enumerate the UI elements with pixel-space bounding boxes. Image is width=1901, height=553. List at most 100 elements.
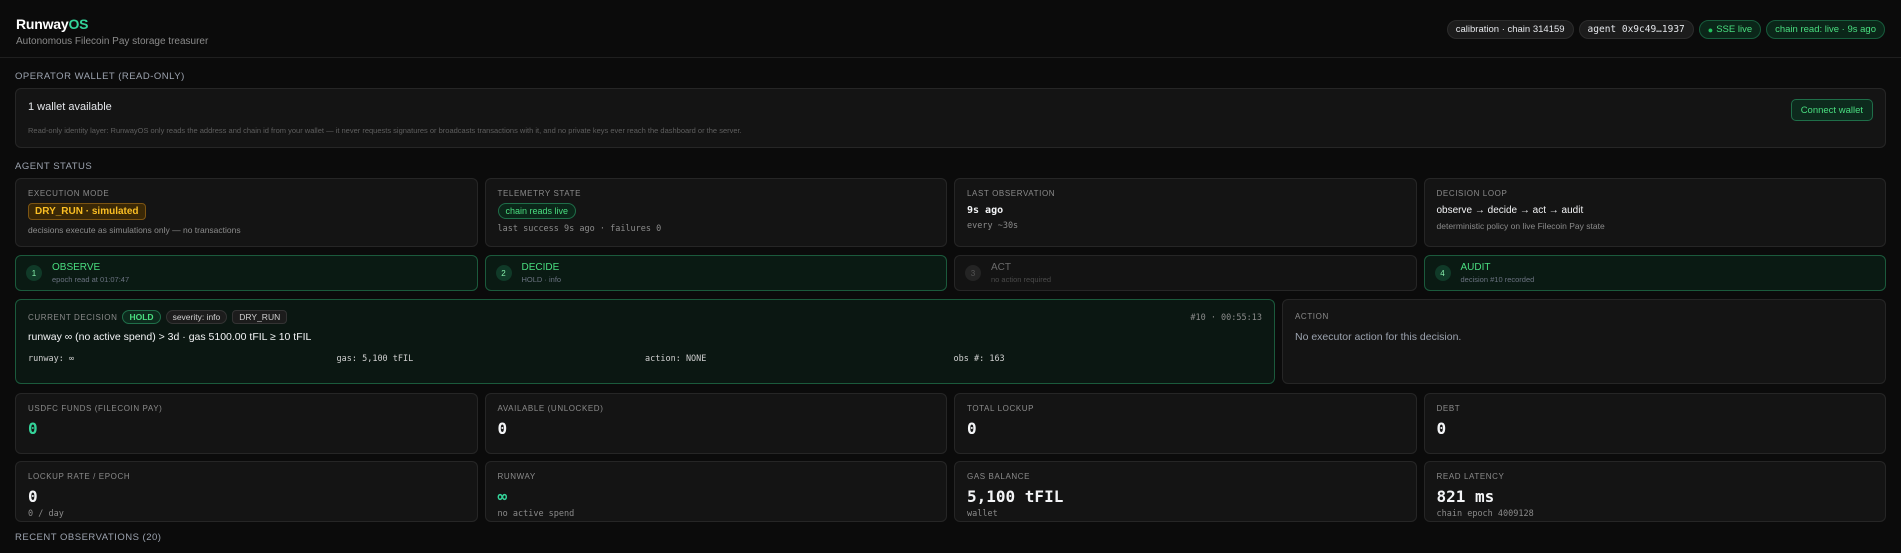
metric-debt: DEBT 0 — [1423, 393, 1886, 454]
metric-value: 821 ms — [1436, 487, 1495, 506]
telemetry-state-badge: chain reads live — [497, 203, 577, 219]
funds-metrics: USDFC FUNDS (FILECOIN PAY) 0 AVAILABLE (… — [15, 393, 1886, 454]
step-number: 2 — [495, 265, 512, 281]
agent-status-grid: EXECUTION MODE DRY_RUN · simulated decis… — [15, 178, 1886, 247]
recent-observations-title: RECENT OBSERVATIONS (20) — [15, 532, 162, 543]
fact-obs: obs #: 163 — [953, 354, 1005, 364]
metric-label: AVAILABLE (UNLOCKED) — [497, 404, 604, 413]
main-content: OPERATOR WALLET (READ-ONLY) 1 wallet ava… — [0, 71, 1901, 543]
metric-total-lockup: TOTAL LOCKUP 0 — [954, 393, 1417, 454]
fact-gas: gas: 5,100 tFIL — [336, 354, 414, 364]
action-card: ACTION No executor action for this decis… — [1282, 299, 1886, 384]
metric-value: 0 — [967, 419, 977, 438]
metric-label: READ LATENCY — [1436, 472, 1505, 481]
severity-badge: severity: info — [165, 310, 228, 324]
decision-verdict-badge: HOLD — [122, 310, 161, 324]
step-act: 3 ACT no action required — [954, 255, 1417, 291]
decision-loop-value: observe → decide → act → audit — [1436, 205, 1584, 216]
last-observation-card: LAST OBSERVATION 9s ago every ~30s — [954, 178, 1417, 247]
metric-value: 0 — [1436, 419, 1447, 438]
mode-badge: DRY_RUN — [232, 310, 288, 324]
metric-label: DEBT — [1436, 404, 1461, 413]
decision-loop-label: DECISION LOOP — [1436, 189, 1508, 198]
live-dot-icon: ● — [1707, 24, 1714, 35]
execution-mode-badge: DRY_RUN · simulated — [28, 203, 146, 220]
step-decide: 2 DECIDE HOLD · info — [484, 255, 947, 291]
metric-value: 0 — [28, 487, 38, 506]
telemetry-state-card: TELEMETRY STATE chain reads live last su… — [484, 178, 947, 247]
fact-runway: runway: ∞ — [28, 354, 75, 364]
metric-sub: no active spend — [497, 509, 575, 519]
metric-gas-balance: GAS BALANCE 5,100 tFIL wallet — [954, 461, 1417, 522]
step-sub: no action required — [991, 275, 1052, 284]
step-number: 3 — [965, 265, 981, 281]
step-number: 4 — [1434, 265, 1451, 281]
action-label: ACTION — [1295, 312, 1329, 321]
metric-value: 0 — [28, 419, 38, 438]
fact-action: action: NONE — [645, 354, 707, 364]
metric-value: 0 — [497, 419, 508, 438]
metric-label: LOCKUP RATE / EPOCH — [28, 472, 131, 481]
step-title: OBSERVE — [52, 262, 101, 273]
agent-status-section-title: AGENT STATUS — [15, 161, 93, 172]
wallet-count: 1 wallet available — [28, 101, 112, 113]
step-title: DECIDE — [521, 262, 560, 273]
metric-usdfc-funds: USDFC FUNDS (FILECOIN PAY) 0 — [15, 393, 478, 454]
metric-available: AVAILABLE (UNLOCKED) 0 — [484, 393, 947, 454]
step-title: ACT — [991, 262, 1011, 273]
metric-value: 5,100 tFIL — [967, 487, 1064, 506]
last-observation-label: LAST OBSERVATION — [967, 189, 1056, 198]
telemetry-state-label: TELEMETRY STATE — [497, 189, 582, 198]
metric-label: USDFC FUNDS (FILECOIN PAY) — [28, 404, 163, 413]
metric-runway: RUNWAY ∞ no active spend — [484, 461, 947, 522]
execution-mode-label: EXECUTION MODE — [28, 189, 110, 198]
metric-lockup-rate: LOCKUP RATE / EPOCH 0 0 / day — [15, 461, 478, 522]
metric-label: RUNWAY — [497, 472, 536, 481]
sse-status-label: SSE live — [1716, 24, 1753, 35]
step-observe: 1 OBSERVE epoch read at 01:07:47 — [15, 255, 478, 291]
loop-steps: 1 OBSERVE epoch read at 01:07:47 2 DECIDE… — [15, 255, 1886, 291]
agent-address-pill[interactable]: agent 0x9c49…1937 — [1578, 20, 1694, 39]
action-text: No executor action for this decision. — [1295, 331, 1462, 343]
metric-label: TOTAL LOCKUP — [967, 404, 1035, 413]
connect-wallet-button[interactable]: Connect wallet — [1790, 99, 1873, 121]
step-sub: decision #10 recorded — [1460, 275, 1535, 284]
current-decision-label: CURRENT DECISION — [28, 312, 118, 322]
sse-status-pill: ● SSE live — [1698, 20, 1762, 39]
brand-name: Runway — [16, 16, 69, 32]
metric-read-latency: READ LATENCY 821 ms chain epoch 4009128 — [1423, 461, 1886, 522]
brand-accent: OS — [68, 16, 89, 32]
decision-id-time: #10 · 00:55:13 — [1190, 313, 1262, 323]
top-bar: RunwayOS Autonomous Filecoin Pay storage… — [0, 0, 1901, 58]
decision-row: CURRENT DECISION HOLD severity: info DRY… — [15, 299, 1886, 384]
telemetry-state-sub: last success 9s ago · failures 0 — [497, 224, 662, 234]
metric-sub: wallet — [967, 509, 998, 519]
metric-sub: 0 / day — [28, 509, 64, 519]
app-logo[interactable]: RunwayOS — [16, 16, 208, 32]
metric-label: GAS BALANCE — [967, 472, 1031, 481]
metric-value: ∞ — [497, 487, 508, 506]
current-decision-card: CURRENT DECISION HOLD severity: info DRY… — [15, 299, 1275, 384]
step-sub: HOLD · info — [521, 275, 562, 284]
step-title: AUDIT — [1460, 262, 1491, 273]
last-observation-value: 9s ago — [967, 205, 1004, 216]
network-pill: calibration · chain 314159 — [1446, 20, 1574, 39]
step-audit: 4 AUDIT decision #10 recorded — [1423, 255, 1886, 291]
step-sub: epoch read at 01:07:47 — [52, 275, 130, 284]
wallet-section-title: OPERATOR WALLET (READ-ONLY) — [15, 71, 185, 82]
wallet-card: 1 wallet available Read-only identity la… — [15, 88, 1886, 148]
status-pills: calibration · chain 314159 agent 0x9c49…… — [1446, 20, 1885, 39]
chain-read-pill: chain read: live · 9s ago — [1766, 20, 1885, 39]
execution-mode-sub: decisions execute as simulations only — … — [28, 225, 241, 235]
brand-block: RunwayOS Autonomous Filecoin Pay storage… — [16, 16, 208, 47]
last-observation-sub: every ~30s — [967, 221, 1019, 231]
decision-header: CURRENT DECISION HOLD severity: info DRY… — [28, 310, 1262, 324]
metric-sub: chain epoch 4009128 — [1436, 509, 1534, 519]
step-number: 1 — [26, 265, 42, 281]
wallet-note: Read-only identity layer: RunwayOS only … — [28, 126, 742, 135]
decision-loop-card: DECISION LOOP observe → decide → act → a… — [1423, 178, 1886, 247]
execution-mode-card: EXECUTION MODE DRY_RUN · simulated decis… — [15, 178, 478, 247]
decision-loop-sub: deterministic policy on live Filecoin Pa… — [1436, 221, 1605, 231]
decision-facts: runway: ∞ gas: 5,100 tFIL action: NONE o… — [28, 354, 1262, 364]
app-tagline: Autonomous Filecoin Pay storage treasure… — [16, 36, 209, 47]
